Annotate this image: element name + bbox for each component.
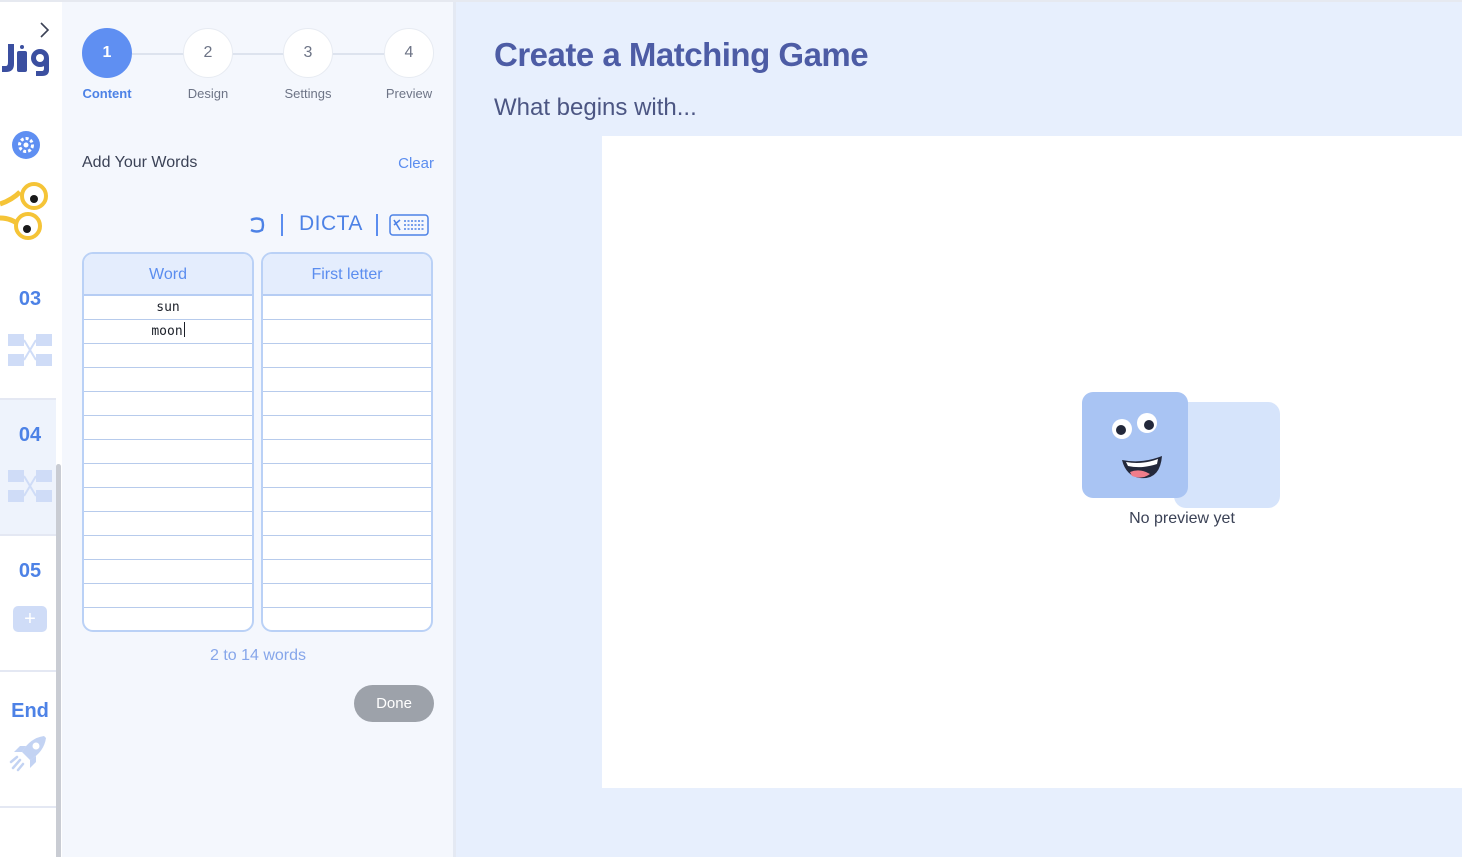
word-input[interactable] (84, 512, 252, 536)
rocket-icon (9, 736, 46, 772)
step-preview[interactable]: 4 Preview (369, 28, 449, 101)
step-number: 2 (183, 28, 233, 78)
word-input[interactable] (84, 392, 252, 416)
empty-preview-text: No preview yet (1129, 510, 1235, 527)
first-letter-input[interactable] (263, 344, 431, 368)
step-design[interactable]: 2 Design (168, 28, 248, 101)
step-label: Preview (385, 86, 433, 101)
first-letter-input[interactable] (263, 608, 431, 630)
word-count-hint: 2 to 14 words (209, 647, 307, 664)
matching-template-icon (8, 334, 52, 366)
slide-thumb-05[interactable]: 05 + (0, 536, 56, 672)
clear-button[interactable]: Clear (398, 155, 434, 172)
slide-number: 04 (18, 424, 42, 446)
preview-canvas: No preview yet (602, 136, 1462, 788)
matching-template-icon (8, 470, 52, 502)
input-tools: DICTA (246, 210, 436, 240)
step-number: 3 (283, 28, 333, 78)
page-title: Create a Matching Game (494, 36, 869, 73)
section-heading: Add Your Words (82, 154, 198, 171)
column-header-first-letter: First letter (263, 254, 431, 296)
step-label: Content (82, 86, 132, 101)
step-settings[interactable]: 3 Settings (268, 28, 348, 101)
dicta-button[interactable]: DICTA (299, 212, 363, 236)
word-input[interactable]: sun (84, 296, 252, 320)
step-content[interactable]: 1 Content (67, 28, 147, 101)
slide-number: 03 (18, 288, 42, 310)
wizard-stepper: 1 Content 2 Design 3 Settings 4 Preview (82, 28, 434, 108)
tool-divider (376, 214, 378, 236)
chevron-right-icon[interactable] (38, 20, 52, 40)
step-label: Settings (284, 86, 332, 101)
first-letter-input[interactable] (263, 392, 431, 416)
word-input[interactable] (84, 416, 252, 440)
word-input[interactable] (84, 584, 252, 608)
game-subtitle[interactable]: What begins with... (494, 94, 697, 122)
slide-number: End (11, 700, 49, 722)
first-letter-input[interactable] (263, 320, 431, 344)
preview-area: Create a Matching Game What begins with.… (456, 2, 1462, 857)
step-number: 1 (82, 28, 132, 78)
done-button[interactable]: Done (354, 685, 434, 722)
text-cursor (183, 322, 185, 337)
first-letter-input[interactable] (263, 488, 431, 512)
tool-divider (281, 214, 283, 236)
step-label: Design (187, 86, 229, 101)
first-letter-column: First letter (261, 252, 433, 632)
word-input[interactable] (84, 440, 252, 464)
editor-panel: 1 Content 2 Design 3 Settings 4 Preview … (62, 2, 454, 857)
word-input[interactable] (84, 488, 252, 512)
hebrew-letter-icon[interactable] (248, 216, 266, 234)
mascot-eyes-icon (0, 182, 48, 240)
word-input[interactable] (84, 560, 252, 584)
jigsaw-logo-icon (2, 44, 49, 76)
slide-thumb-04[interactable]: 04 (0, 400, 56, 536)
first-letter-input[interactable] (263, 296, 431, 320)
word-input[interactable]: moon (84, 320, 252, 344)
first-letter-input[interactable] (263, 416, 431, 440)
word-input[interactable] (84, 536, 252, 560)
first-letter-input[interactable] (263, 560, 431, 584)
step-number: 4 (384, 28, 434, 78)
first-letter-input[interactable] (263, 464, 431, 488)
empty-preview-mascot-icon (1082, 392, 1280, 508)
add-slide-button[interactable]: + (13, 606, 47, 632)
slide-thumb-end[interactable]: End (0, 672, 56, 808)
first-letter-input[interactable] (263, 536, 431, 560)
first-letter-input[interactable] (263, 584, 431, 608)
word-input[interactable] (84, 344, 252, 368)
word-input[interactable] (84, 608, 252, 630)
word-input[interactable] (84, 368, 252, 392)
keyboard-icon[interactable] (389, 214, 429, 236)
word-input-text: moon (151, 324, 183, 339)
gear-icon[interactable] (11, 130, 41, 160)
slide-thumb-03[interactable]: 03 (0, 264, 56, 400)
slide-number: 05 (18, 560, 42, 582)
first-letter-input[interactable] (263, 512, 431, 536)
word-input[interactable] (84, 464, 252, 488)
first-letter-input[interactable] (263, 440, 431, 464)
rail-scrollbar[interactable] (56, 464, 61, 857)
column-header-word: Word (84, 254, 252, 296)
first-letter-input[interactable] (263, 368, 431, 392)
word-column: Word sun moon (82, 252, 254, 632)
slides-rail: 03 04 05 + End (0, 2, 62, 857)
